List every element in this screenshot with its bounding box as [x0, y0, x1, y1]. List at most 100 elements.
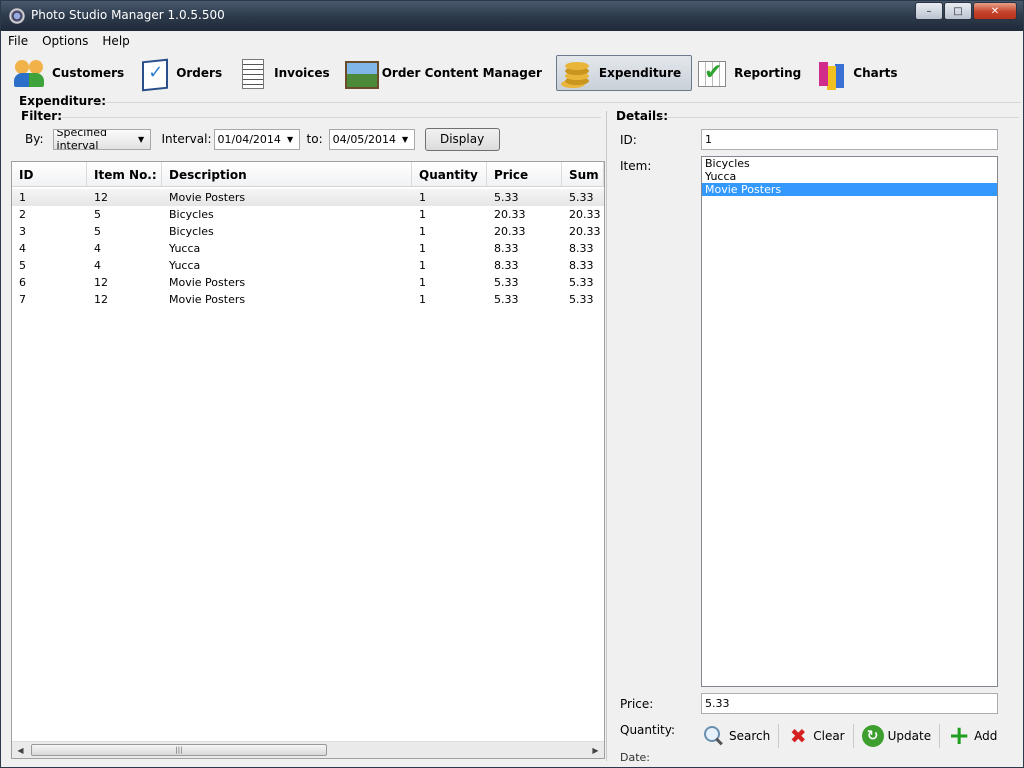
item-label: Item: — [620, 159, 652, 173]
cell-price: 8.33 — [494, 259, 519, 272]
cell-description: Yucca — [169, 242, 201, 255]
window-controls: – □ ✕ — [914, 2, 1017, 20]
action-bar: Search ✖ Clear ↻ Update + Add — [701, 721, 1011, 751]
toolbar-expenditure-button[interactable]: Expenditure — [555, 55, 693, 91]
clear-button[interactable]: ✖ Clear — [785, 724, 854, 748]
table-row[interactable]: 5 4 Yucca 1 8.33 8.33 — [12, 257, 604, 274]
details-heading: Details: — [616, 109, 669, 123]
cell-quantity: 1 — [419, 191, 426, 204]
list-item[interactable]: Yucca — [702, 170, 997, 183]
add-button-label: Add — [974, 729, 998, 743]
display-button[interactable]: Display — [424, 127, 500, 151]
table-row[interactable]: 2 5 Bicycles 1 20.33 20.33 — [12, 206, 604, 223]
filter-by-label: By: — [25, 132, 44, 146]
id-field[interactable]: 1 — [701, 129, 998, 150]
menu-file[interactable]: File — [8, 34, 28, 48]
cell-price: 20.33 — [494, 208, 526, 221]
clear-icon: ✖ — [789, 724, 807, 748]
interval-to-label: to: — [306, 132, 323, 146]
cell-price: 5.33 — [494, 191, 519, 204]
update-icon: ↻ — [861, 725, 884, 747]
cell-id: 5 — [19, 259, 26, 272]
scroll-left-icon[interactable]: ◀ — [12, 742, 29, 758]
list-item[interactable]: Bicycles — [702, 157, 997, 170]
cell-description: Yucca — [169, 259, 201, 272]
date-label: Date: — [620, 751, 650, 764]
app-window: Photo Studio Manager 1.0.5.500 – □ ✕ Fil… — [0, 0, 1024, 768]
maximize-button[interactable]: □ — [944, 2, 972, 20]
toolbar-content-manager-button[interactable]: Order Content Manager — [344, 55, 552, 91]
search-button[interactable]: Search — [701, 724, 780, 748]
table-row[interactable]: 4 4 Yucca 1 8.33 8.33 — [12, 240, 604, 257]
search-icon — [703, 725, 725, 747]
add-button[interactable]: + Add — [946, 721, 1005, 751]
heading-divider — [93, 102, 1021, 103]
cell-description: Bicycles — [169, 208, 214, 221]
table-row[interactable]: 3 5 Bicycles 1 20.33 20.33 — [12, 223, 604, 240]
toolbar-customers-button[interactable]: Customers — [14, 55, 134, 91]
interval-label: Interval: — [161, 132, 212, 146]
cell-item-no: 12 — [94, 191, 108, 204]
toolbar-invoices-button[interactable]: Invoices — [236, 55, 340, 91]
cell-item-no: 5 — [94, 208, 101, 221]
table-row[interactable]: 1 12 Movie Posters 1 5.33 5.33 — [12, 189, 604, 206]
menu-options[interactable]: Options — [42, 34, 88, 48]
details-divider — [661, 117, 1019, 118]
cell-sum-total: 5.33 — [569, 191, 594, 204]
toolbar-charts-button[interactable]: Charts — [815, 55, 907, 91]
cell-price: 20.33 — [494, 225, 526, 238]
minimize-button[interactable]: – — [915, 2, 943, 20]
price-field[interactable]: 5.33 — [701, 693, 998, 714]
cell-sum-total: 20.33 — [569, 225, 601, 238]
cell-price: 5.33 — [494, 276, 519, 289]
interval-from-date[interactable]: 01/04/2014 ▼ — [213, 128, 300, 150]
page-heading: Expenditure: — [19, 94, 107, 108]
cell-description: Movie Posters — [169, 293, 246, 306]
scrollbar-thumb[interactable]: ||| — [31, 744, 327, 756]
list-item[interactable]: Movie Posters — [702, 183, 997, 196]
cell-sum-total: 5.33 — [569, 293, 594, 306]
menu-bar: File Options Help — [2, 31, 1022, 51]
search-button-label: Search — [729, 729, 771, 743]
horizontal-scrollbar[interactable]: ◀ ||| ▶ — [12, 741, 604, 758]
menu-help[interactable]: Help — [102, 34, 129, 48]
cell-price: 8.33 — [494, 242, 519, 255]
price-label: Price: — [620, 697, 654, 711]
expenditure-table[interactable]: ID Item No.: Description Quantity Price … — [11, 161, 605, 759]
toolbar-reporting-button[interactable]: Reporting — [696, 55, 811, 91]
update-button[interactable]: ↻ Update — [860, 724, 941, 748]
filter-by-select[interactable]: Specified interval ▼ — [52, 128, 151, 150]
interval-from-value: 01/04/2014 — [217, 132, 281, 146]
filter-row: By: Specified interval ▼ Interval: 01/04… — [25, 127, 500, 151]
cell-sum-total: 8.33 — [569, 242, 594, 255]
window-title: Photo Studio Manager 1.0.5.500 — [31, 8, 225, 22]
close-button[interactable]: ✕ — [973, 2, 1017, 20]
cell-item-no: 12 — [94, 293, 108, 306]
cell-id: 1 — [19, 191, 26, 204]
cell-sum-total: 8.33 — [569, 259, 594, 272]
panel-splitter[interactable] — [606, 111, 607, 761]
item-listbox[interactable]: Bicycles Yucca Movie Posters — [701, 156, 998, 687]
toolbar-content-manager-label: Order Content Manager — [381, 66, 542, 80]
table-row[interactable]: 6 12 Movie Posters 1 5.33 5.33 — [12, 274, 604, 291]
column-header-sum-total[interactable]: Sum T — [562, 162, 604, 186]
column-header-id[interactable]: ID — [12, 162, 87, 186]
toolbar-orders-button[interactable]: Orders — [138, 55, 232, 91]
charts-icon — [815, 58, 847, 88]
cell-description: Movie Posters — [169, 191, 246, 204]
column-header-item-no[interactable]: Item No.: — [87, 162, 162, 186]
interval-to-date[interactable]: 04/05/2014 ▼ — [328, 128, 415, 150]
cell-id: 2 — [19, 208, 26, 221]
cell-quantity: 1 — [419, 259, 426, 272]
cell-item-no: 12 — [94, 276, 108, 289]
column-header-description[interactable]: Description — [162, 162, 412, 186]
cell-sum-total: 5.33 — [569, 276, 594, 289]
add-icon: + — [948, 721, 970, 751]
toolbar-invoices-label: Invoices — [274, 66, 330, 80]
chevron-down-icon: ▼ — [137, 134, 145, 144]
column-header-price[interactable]: Price — [487, 162, 562, 186]
table-row[interactable]: 7 12 Movie Posters 1 5.33 5.33 — [12, 291, 604, 308]
title-bar[interactable]: Photo Studio Manager 1.0.5.500 – □ ✕ — [1, 1, 1023, 31]
column-header-quantity[interactable]: Quantity — [412, 162, 487, 186]
scroll-right-icon[interactable]: ▶ — [587, 742, 604, 758]
